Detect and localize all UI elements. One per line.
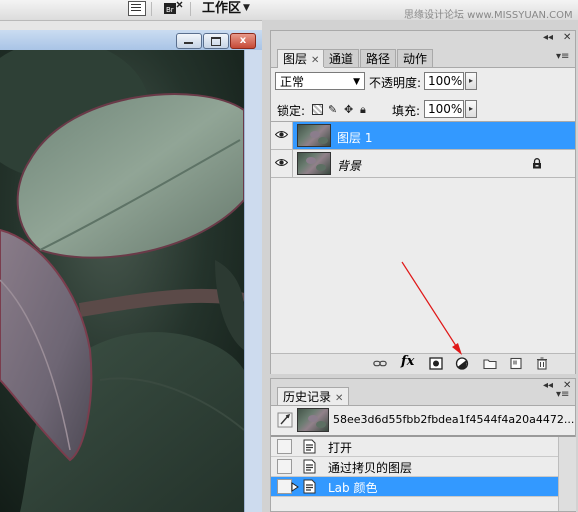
mask-icon[interactable] (429, 357, 443, 370)
history-step[interactable]: 打开 (271, 437, 558, 457)
bridge-launch-icon[interactable]: Br (163, 0, 183, 16)
tab-paths-label: 路径 (366, 52, 391, 66)
snapshot-row[interactable]: 58ee3d6d55fbb2fbdea1f4544f4a20a4472... (271, 407, 575, 437)
layer-name[interactable]: 图层 1 (337, 129, 372, 146)
snapshot-thumbnail (297, 408, 329, 432)
document-scrollbar[interactable] (244, 50, 263, 512)
close-panel-icon[interactable]: ✕ (563, 32, 571, 43)
tab-history[interactable]: 历史记录 ✕ (277, 387, 350, 405)
blend-mode-value: 正常 (280, 75, 305, 89)
new-layer-icon[interactable] (509, 357, 523, 370)
panel-menu-icon[interactable]: ▾≡ (556, 389, 569, 400)
history-brush-icon[interactable] (277, 412, 293, 428)
trash-icon[interactable] (535, 357, 549, 370)
panel-menu-icon[interactable]: ▾≡ (556, 51, 569, 62)
layer-row[interactable]: 背景 (271, 150, 575, 178)
image-canvas[interactable] (0, 50, 244, 512)
layers-panel-header: ◂◂ ✕ 图层 ✕ 通道 路径 动作 ▾≡ (271, 31, 575, 68)
document-titlebar[interactable]: x (0, 30, 262, 50)
maximize-button[interactable] (203, 33, 229, 49)
adjustment-layer-icon[interactable] (455, 357, 469, 370)
layers-footer: fx (271, 353, 575, 374)
eye-icon[interactable] (275, 158, 288, 167)
history-state-icon (303, 479, 316, 494)
tab-history-label: 历史记录 (283, 390, 332, 404)
history-step[interactable]: Lab 颜色 (271, 477, 558, 497)
close-tab-icon[interactable]: ✕ (335, 393, 343, 404)
eye-icon[interactable] (275, 130, 288, 139)
document-window: x (0, 30, 263, 512)
history-step-label: Lab 颜色 (328, 481, 378, 495)
visibility-toggle[interactable] (271, 122, 293, 149)
fill-input[interactable]: 100% (424, 100, 464, 118)
application-bar: Br 工作区 ▼ 思缘设计论坛 www.MISSYUAN.COM (0, 0, 578, 21)
collapse-icon[interactable]: ◂◂ (543, 380, 553, 391)
history-state-icon (303, 459, 316, 474)
chevron-down-icon: ▼ (353, 77, 360, 87)
history-brush-source-checkbox[interactable] (277, 439, 292, 454)
leaf-photo (0, 50, 244, 512)
visibility-toggle[interactable] (271, 150, 293, 177)
lock-pixels-icon[interactable]: ✎ (328, 104, 339, 115)
opacity-input[interactable]: 100% (424, 72, 464, 90)
history-step[interactable]: 通过拷贝的图层 (271, 457, 558, 477)
tab-actions-label: 动作 (403, 52, 428, 66)
layers-panel: ◂◂ ✕ 图层 ✕ 通道 路径 动作 ▾≡ 正常 ▼ 不透明度: 100% ▸ 锁… (270, 30, 576, 374)
watermark-text: 思缘设计论坛 www.MISSYUAN.COM (404, 10, 573, 21)
history-brush-source-checkbox[interactable] (277, 459, 292, 474)
history-panel: ◂◂ ✕ 历史记录 ✕ ▾≡ 58ee3d6d55fbb2fbdea1f4544f… (270, 378, 576, 512)
svg-text:Br: Br (166, 6, 174, 14)
minimize-button[interactable] (176, 33, 202, 49)
history-brush-source-checkbox[interactable] (277, 479, 292, 494)
collapse-icon[interactable]: ◂◂ (543, 32, 553, 43)
layer-row[interactable]: 图层 1 (271, 122, 575, 150)
lock-position-icon[interactable]: ✥ (344, 104, 355, 115)
tab-paths[interactable]: 路径 (360, 49, 397, 67)
layer-thumbnail (297, 124, 331, 147)
opacity-slider-button[interactable]: ▸ (465, 72, 477, 90)
layer-thumbnail (297, 152, 331, 175)
tab-layers[interactable]: 图层 ✕ (277, 49, 326, 68)
tab-channels[interactable]: 通道 (323, 49, 360, 67)
layer-name[interactable]: 背景 (337, 157, 361, 174)
lock-icon (533, 158, 541, 169)
close-tab-icon[interactable]: ✕ (311, 55, 319, 66)
panel-grip[interactable]: ◂◂ ✕ (271, 31, 575, 47)
history-state-icon (303, 439, 316, 454)
list-menu-icon[interactable] (128, 1, 146, 16)
fill-slider-button[interactable]: ▸ (465, 100, 477, 118)
link-icon[interactable] (373, 357, 387, 370)
chevron-down-icon[interactable]: ▼ (243, 3, 250, 13)
history-step-label: 打开 (328, 441, 353, 455)
opacity-label: 不透明度: (369, 76, 422, 90)
toolbar-separator (190, 2, 191, 16)
lock-label: 锁定: (277, 104, 306, 118)
history-step-label: 通过拷贝的图层 (328, 461, 413, 475)
tab-layers-label: 图层 (283, 52, 308, 66)
close-button[interactable]: x (230, 33, 256, 49)
history-panel-header: ◂◂ ✕ 历史记录 ✕ ▾≡ (271, 379, 575, 406)
workspace-menu[interactable]: 工作区 (202, 0, 241, 16)
blend-mode-select[interactable]: 正常 ▼ (275, 72, 365, 90)
fx-icon[interactable]: fx (401, 354, 414, 369)
lock-transparency-icon[interactable] (312, 104, 323, 115)
snapshot-name: 58ee3d6d55fbb2fbdea1f4544f4a20a4472... (333, 413, 575, 426)
tab-channels-label: 通道 (329, 52, 354, 66)
folder-icon[interactable] (483, 357, 497, 370)
fill-label: 填充: (392, 104, 421, 118)
toolbar-separator (151, 2, 152, 16)
lock-all-icon[interactable]: 🔒︎ (360, 104, 371, 115)
history-scrollbar[interactable] (558, 437, 576, 511)
current-state-marker-icon[interactable] (291, 482, 299, 492)
tab-actions[interactable]: 动作 (397, 49, 434, 67)
